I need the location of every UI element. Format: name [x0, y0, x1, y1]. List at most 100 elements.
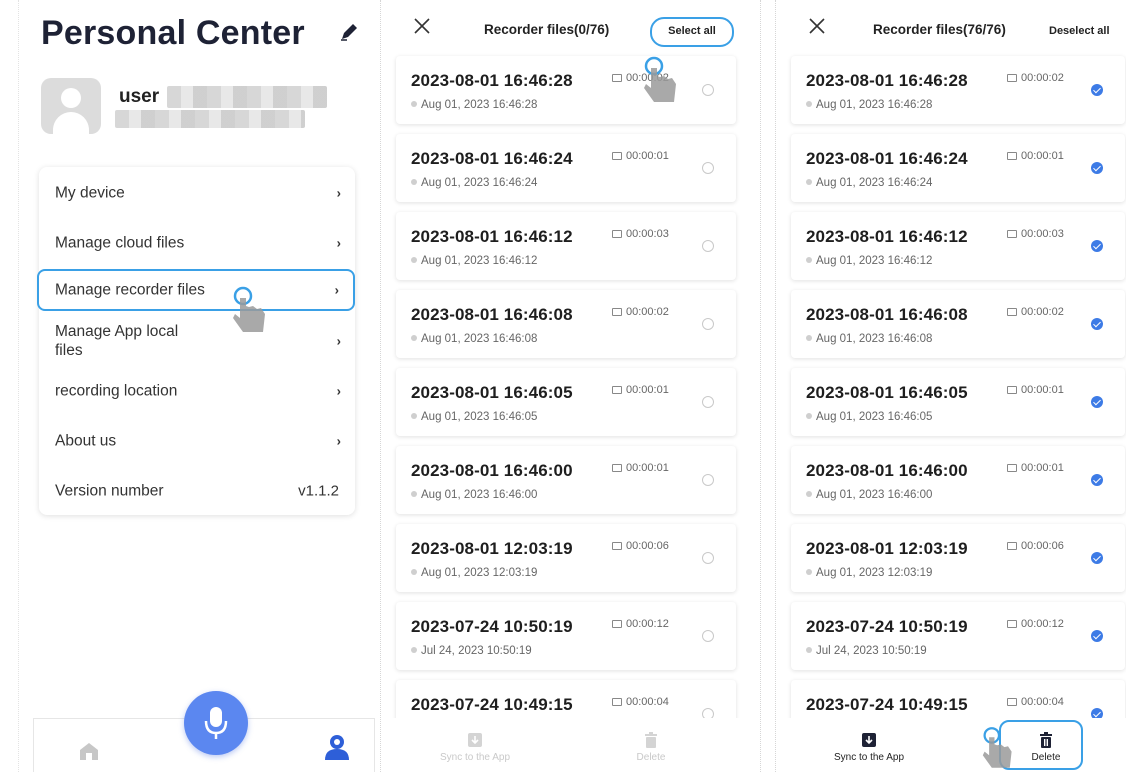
date-value: Aug 01, 2023 12:03:19 [816, 567, 933, 579]
file-card[interactable]: 2023-08-01 16:46:05 00:00:01 Aug 01, 2023 … [396, 368, 736, 436]
date-value: Aug 01, 2023 16:46:05 [421, 411, 538, 423]
close-icon[interactable] [807, 16, 827, 36]
chevron-right-icon: › [336, 433, 341, 449]
select-checkbox[interactable] [1091, 318, 1103, 330]
select-checkbox[interactable] [1091, 162, 1103, 174]
duration-value: 00:00:01 [626, 150, 669, 162]
menu-item-manage-recorder-files[interactable]: Manage recorder files › [37, 269, 355, 311]
time-dot-icon [411, 257, 417, 263]
time-dot-icon [411, 491, 417, 497]
file-date: Aug 01, 2023 16:46:24 [806, 177, 932, 189]
file-date: Aug 01, 2023 12:03:19 [411, 567, 537, 579]
menu-item-about-us[interactable]: About us › [39, 417, 355, 465]
user-name: user [119, 86, 160, 107]
file-duration: 00:00:04 [1007, 696, 1064, 708]
menu-item-recording-location[interactable]: recording location › [39, 367, 355, 415]
file-duration: 00:00:01 [612, 462, 669, 474]
select-checkbox[interactable] [702, 84, 714, 96]
select-checkbox[interactable] [1091, 630, 1103, 642]
sync-button[interactable]: Sync to the App [430, 732, 520, 763]
duration-value: 00:00:02 [626, 306, 669, 318]
sync-icon [862, 733, 876, 747]
avatar[interactable] [41, 78, 101, 134]
time-dot-icon [806, 179, 812, 185]
file-duration: 00:00:03 [1007, 228, 1064, 240]
file-card[interactable]: 2023-08-01 12:03:19 00:00:06 Aug 01, 2023 … [396, 524, 736, 592]
select-checkbox[interactable] [1091, 396, 1103, 408]
screen-title: Recorder files(76/76) [873, 22, 1006, 37]
file-card[interactable]: 2023-08-01 16:46:24 00:00:01 Aug 01, 2023 … [396, 134, 736, 202]
camera-icon [1007, 152, 1017, 160]
sync-button[interactable]: Sync to the App [821, 732, 917, 763]
date-value: Aug 01, 2023 16:46:08 [816, 333, 933, 345]
file-name: 2023-08-01 16:46:28 [806, 71, 968, 90]
chevron-right-icon: › [336, 235, 341, 251]
file-card[interactable]: 2023-07-24 10:50:19 00:00:12 Jul 24, 2023 … [791, 602, 1125, 670]
select-checkbox[interactable] [702, 552, 714, 564]
home-icon[interactable] [78, 741, 100, 761]
recorder-files-screen-unselected: Recorder files(0/76) Select all 2023-08-… [390, 0, 742, 772]
time-dot-icon [806, 569, 812, 575]
action-bar: Sync to the App Delete [390, 718, 742, 772]
file-name: 2023-07-24 10:50:19 [411, 617, 573, 636]
time-dot-icon [411, 179, 417, 185]
file-card[interactable]: 2023-08-01 16:46:05 00:00:01 Aug 01, 2023 … [791, 368, 1125, 436]
file-card[interactable]: 2023-08-01 16:46:08 00:00:02 Aug 01, 2023 … [791, 290, 1125, 358]
person-icon[interactable] [324, 733, 350, 761]
file-card[interactable]: 2023-08-01 16:46:24 00:00:01 Aug 01, 2023 … [791, 134, 1125, 202]
camera-icon [1007, 698, 1017, 706]
file-card[interactable]: 2023-08-01 16:46:12 00:00:03 Aug 01, 2023 … [791, 212, 1125, 280]
time-dot-icon [806, 647, 812, 653]
select-checkbox[interactable] [1091, 84, 1103, 96]
duration-value: 00:00:01 [626, 384, 669, 396]
edit-icon[interactable] [339, 22, 359, 42]
menu-item-manage-app-local-files[interactable]: Manage App local files › [39, 317, 355, 365]
file-card[interactable]: 2023-08-01 16:46:28 00:00:02 Aug 01, 2023 … [396, 56, 736, 124]
camera-icon [612, 698, 622, 706]
menu-item-label: recording location [55, 382, 178, 400]
select-checkbox[interactable] [1091, 552, 1103, 564]
select-checkbox[interactable] [702, 240, 714, 252]
file-date: Aug 01, 2023 16:46:12 [806, 255, 932, 267]
menu-item-manage-cloud-files[interactable]: Manage cloud files › [39, 219, 355, 267]
file-card[interactable]: 2023-08-01 12:03:19 00:00:06 Aug 01, 2023 … [791, 524, 1125, 592]
menu-item-my-device[interactable]: My device › [39, 169, 355, 217]
microphone-icon [204, 707, 228, 739]
select-checkbox[interactable] [702, 396, 714, 408]
screen-title: Recorder files(0/76) [484, 22, 610, 37]
select-checkbox[interactable] [702, 162, 714, 174]
select-checkbox[interactable] [702, 630, 714, 642]
page-title: Personal Center [41, 14, 305, 52]
record-button[interactable] [184, 691, 248, 755]
file-card[interactable]: 2023-08-01 16:46:28 00:00:02 Aug 01, 2023 … [791, 56, 1125, 124]
file-card[interactable]: 2023-08-01 16:46:00 00:00:01 Aug 01, 2023 … [396, 446, 736, 514]
header: Recorder files(76/76) Deselect all [785, 0, 1126, 56]
date-value: Jul 24, 2023 10:50:19 [421, 645, 532, 657]
select-all-button[interactable]: Select all [650, 17, 734, 47]
select-checkbox[interactable] [702, 474, 714, 486]
personal-center-screen: Personal Center user My device › Manage … [18, 0, 380, 772]
delete-label: Delete [636, 752, 666, 763]
select-checkbox[interactable] [1091, 474, 1103, 486]
duration-value: 00:00:03 [626, 228, 669, 240]
select-checkbox[interactable] [1091, 240, 1103, 252]
deselect-all-button[interactable]: Deselect all [1049, 25, 1110, 37]
camera-icon [612, 542, 622, 550]
version-value: v1.1.2 [298, 482, 339, 500]
file-card[interactable]: 2023-08-01 16:46:12 00:00:03 Aug 01, 2023 … [396, 212, 736, 280]
hand-pointer-icon [644, 56, 676, 102]
file-duration: 00:00:01 [1007, 150, 1064, 162]
duration-value: 00:00:04 [626, 696, 669, 708]
camera-icon [612, 386, 622, 394]
trash-icon [645, 732, 657, 748]
chevron-right-icon: › [334, 282, 339, 298]
file-card[interactable]: 2023-07-24 10:50:19 00:00:12 Jul 24, 2023 … [396, 602, 736, 670]
file-date: Aug 01, 2023 16:46:24 [411, 177, 537, 189]
file-card[interactable]: 2023-08-01 16:46:08 00:00:02 Aug 01, 2023 … [396, 290, 736, 358]
date-value: Aug 01, 2023 16:46:08 [421, 333, 538, 345]
camera-icon [612, 74, 622, 82]
select-checkbox[interactable] [702, 318, 714, 330]
close-icon[interactable] [412, 16, 432, 36]
delete-button[interactable]: Delete [626, 732, 676, 763]
file-card[interactable]: 2023-08-01 16:46:00 00:00:01 Aug 01, 2023 … [791, 446, 1125, 514]
